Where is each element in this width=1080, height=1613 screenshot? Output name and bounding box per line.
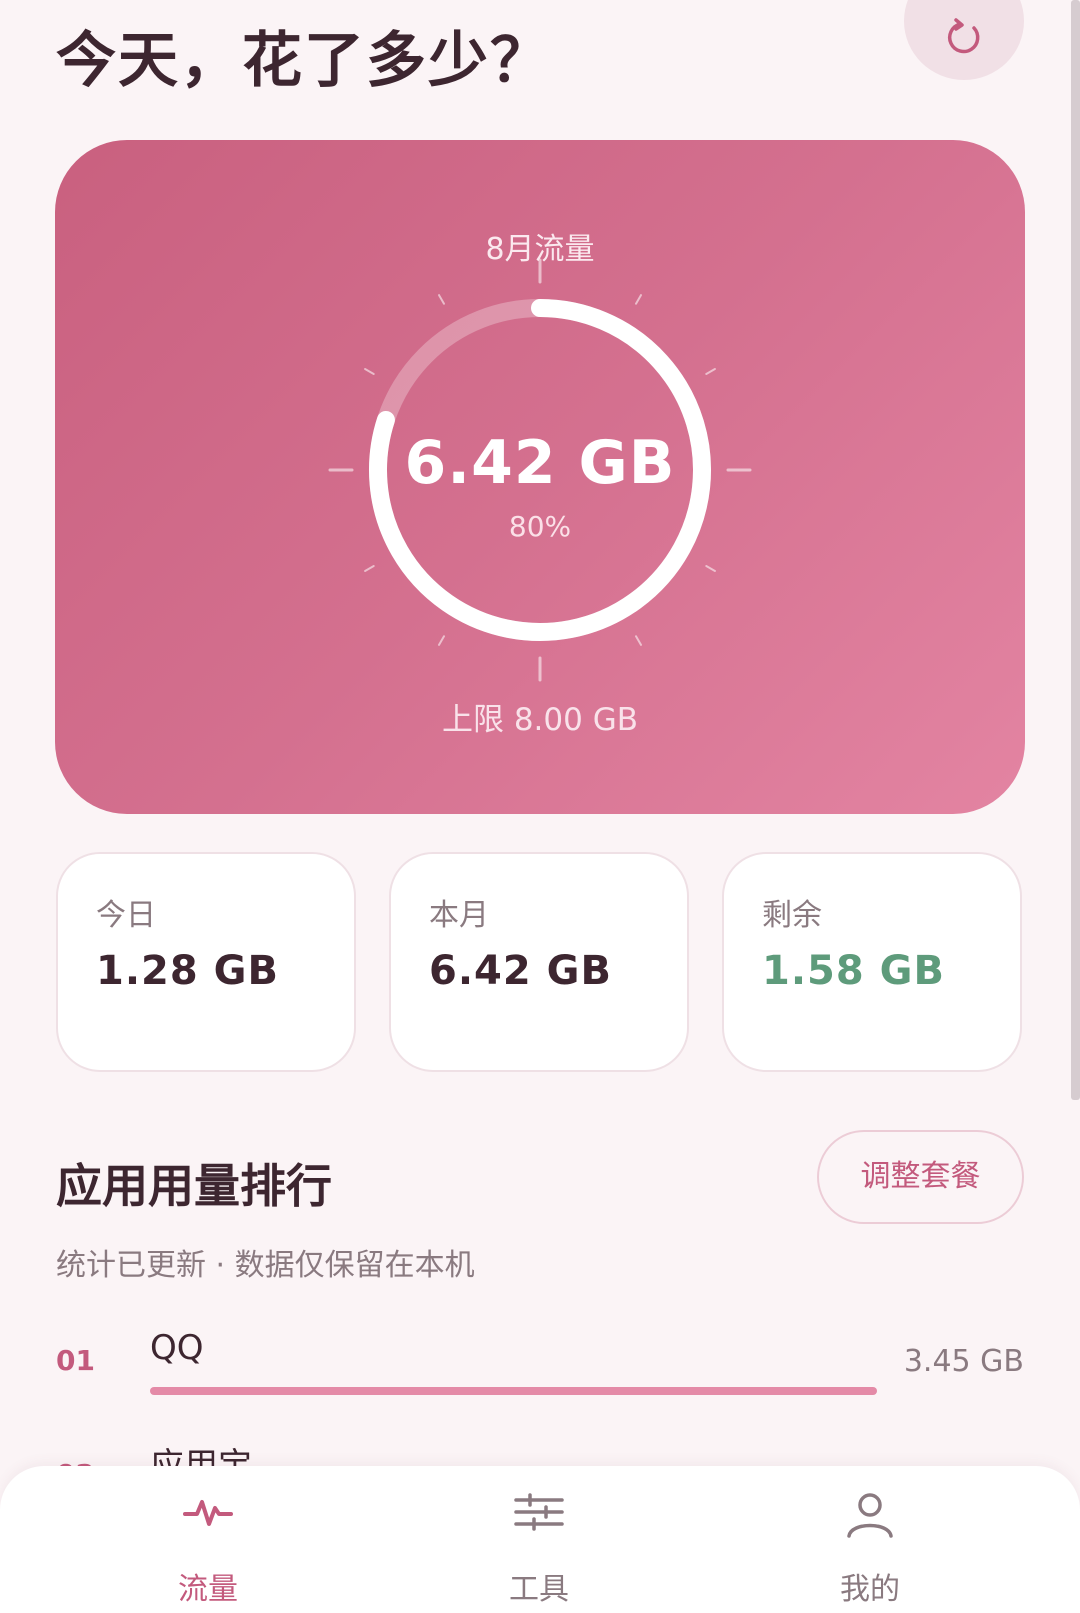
- usage-bar: [150, 1387, 878, 1395]
- stat-value: 1.58 GB: [762, 948, 945, 994]
- nav-tab-traffic[interactable]: 流量: [118, 1466, 298, 1613]
- stat-card-today[interactable]: 今日 1.28 GB: [56, 852, 356, 1072]
- gauge-tick: [705, 368, 716, 375]
- sliders-icon: [514, 1493, 564, 1531]
- stat-value: 1.28 GB: [96, 948, 279, 994]
- stat-label: 本月: [429, 898, 489, 933]
- refresh-icon: [947, 18, 980, 54]
- adjust-plan-button[interactable]: 调整套餐: [817, 1130, 1024, 1224]
- app-name: QQ: [150, 1328, 204, 1368]
- usage-limit: 上限 8.00 GB: [441, 702, 639, 738]
- gauge-tick: [364, 565, 375, 572]
- usage-percent: 80%: [508, 510, 572, 543]
- stat-card-month[interactable]: 本月 6.42 GB: [389, 852, 689, 1072]
- monthly-usage-card: 8月流量 6.42 GB 80% 上限 8.00 GB: [55, 140, 1025, 814]
- nav-tab-tools[interactable]: 工具: [449, 1466, 629, 1613]
- gauge-tick: [635, 294, 642, 305]
- nav-label: 流量: [178, 1572, 238, 1607]
- nav-label: 工具: [509, 1572, 569, 1607]
- page-title: 今天，花了多少？: [56, 26, 552, 96]
- refresh-button[interactable]: [904, 0, 1024, 80]
- gauge-tick: [438, 635, 445, 646]
- nav-label: 我的: [840, 1572, 900, 1607]
- stat-value: 6.42 GB: [429, 948, 612, 994]
- nav-tab-me[interactable]: 我的: [780, 1466, 960, 1613]
- gauge-tick: [705, 565, 716, 572]
- rank-number: 01: [56, 1344, 95, 1377]
- pulse-icon: [183, 1500, 233, 1526]
- section-title: 应用用量排行: [56, 1159, 332, 1213]
- section-subtitle: 统计已更新 · 数据仅保留在本机: [56, 1248, 475, 1283]
- user-icon: [847, 1493, 893, 1538]
- gauge-tick: [364, 368, 375, 375]
- app-usage: 3.45 GB: [903, 1344, 1024, 1379]
- gauge-tick: [438, 294, 445, 305]
- stat-label: 剩余: [762, 898, 822, 933]
- scrollbar[interactable]: [1071, 0, 1080, 1100]
- bottom-nav: 流量 工具 我的: [0, 1466, 1080, 1613]
- stat-card-remaining[interactable]: 剩余 1.58 GB: [722, 852, 1022, 1072]
- stat-label: 今日: [96, 898, 156, 933]
- gauge-tick: [635, 635, 642, 646]
- month-label: 8月流量: [485, 232, 595, 267]
- used-amount: 6.42 GB: [404, 428, 676, 498]
